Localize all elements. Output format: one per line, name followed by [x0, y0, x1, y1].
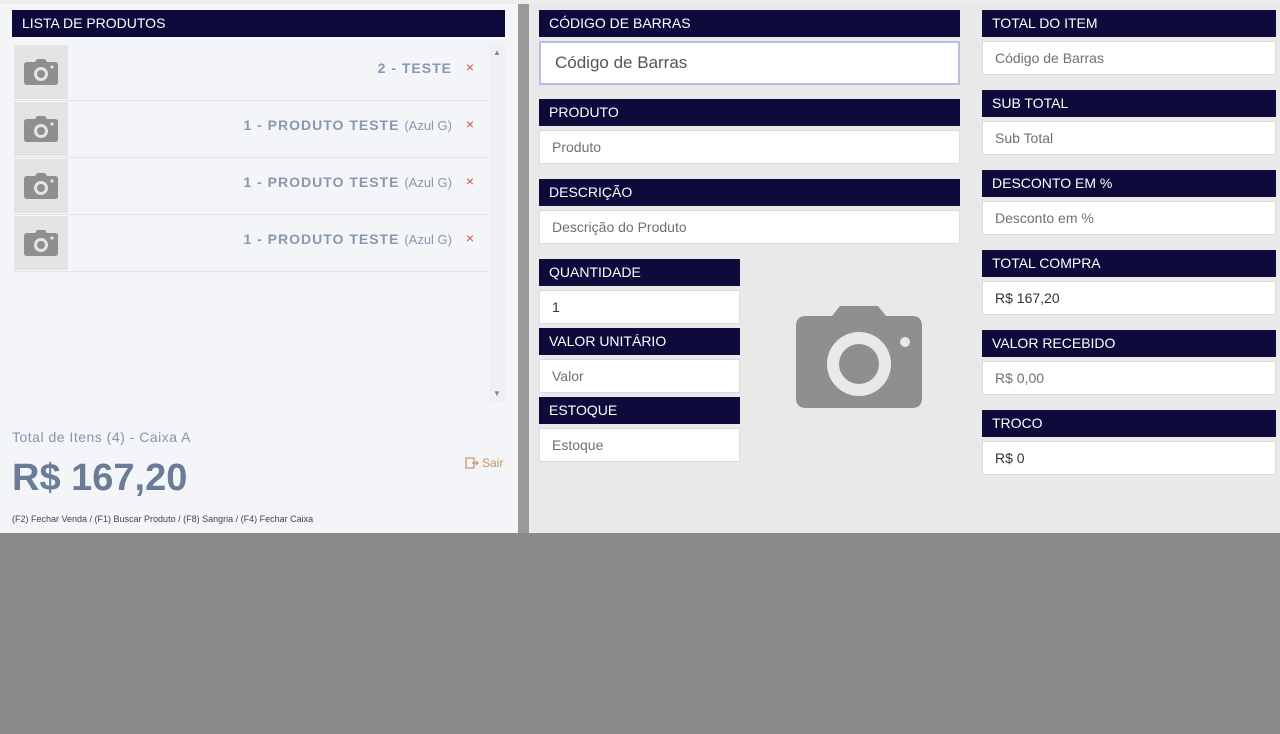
quantity-input[interactable]: 1: [539, 290, 740, 324]
product-label: PRODUTO: [539, 99, 960, 126]
product-list-panel: LISTA DE PRODUTOS 2 - TESTE × 1 - PRODUT…: [0, 4, 518, 533]
close-icon[interactable]: ×: [466, 173, 474, 189]
exit-button[interactable]: Sair: [465, 456, 503, 470]
exit-icon: [465, 457, 479, 469]
stock-input[interactable]: Estoque: [539, 428, 740, 462]
barcode-label: CÓDIGO DE BARRAS: [539, 10, 960, 37]
list-scrollbar[interactable]: ▲ ▼: [489, 44, 505, 402]
item-label: 2 - TESTE: [377, 60, 452, 76]
product-list-header: LISTA DE PRODUTOS: [12, 10, 505, 37]
item-label: 1 - PRODUTO TESTE (Azul G): [243, 117, 452, 133]
change-label: TROCO: [982, 410, 1276, 437]
description-input[interactable]: Descrição do Produto: [539, 210, 960, 244]
camera-icon: [14, 102, 68, 156]
unit-value-label: VALOR UNITÁRIO: [539, 328, 740, 355]
item-label: 1 - PRODUTO TESTE (Azul G): [243, 174, 452, 190]
item-total-input[interactable]: Código de Barras: [982, 41, 1276, 75]
subtotal-label: SUB TOTAL: [982, 90, 1276, 117]
received-value-label: VALOR RECEBIDO: [982, 330, 1276, 357]
item-total-label: TOTAL DO ITEM: [982, 10, 1276, 37]
barcode-input[interactable]: Código de Barras: [539, 41, 960, 85]
item-label: 1 - PRODUTO TESTE (Azul G): [243, 231, 452, 247]
product-input[interactable]: Produto: [539, 130, 960, 164]
panel-divider: [518, 4, 529, 533]
total-value: R$ 167,20: [12, 457, 188, 499]
description-label: DESCRIÇÃO: [539, 179, 960, 206]
subtotal-input[interactable]: Sub Total: [982, 121, 1276, 155]
close-icon[interactable]: ×: [466, 59, 474, 75]
stock-label: ESTOQUE: [539, 397, 740, 424]
total-items-label: Total de Itens (4) - Caixa A: [12, 429, 191, 445]
scroll-up-icon[interactable]: ▲: [489, 48, 505, 57]
camera-icon: [14, 45, 68, 99]
keyboard-shortcuts: (F2) Fechar Venda / (F1) Buscar Produto …: [12, 514, 314, 524]
quantity-label: QUANTIDADE: [539, 259, 740, 286]
exit-label: Sair: [482, 456, 504, 470]
scroll-down-icon[interactable]: ▼: [489, 389, 505, 398]
received-value-input[interactable]: R$ 0,00: [982, 361, 1276, 395]
discount-label: DESCONTO EM %: [982, 170, 1276, 197]
list-item[interactable]: 1 - PRODUTO TESTE (Azul G) ×: [14, 158, 488, 215]
change-input[interactable]: R$ 0: [982, 441, 1276, 475]
list-item[interactable]: 1 - PRODUTO TESTE (Azul G) ×: [14, 215, 488, 272]
unit-value-input[interactable]: Valor: [539, 359, 740, 393]
camera-icon: [14, 216, 68, 270]
camera-icon: [14, 159, 68, 213]
list-item[interactable]: 2 - TESTE ×: [14, 44, 488, 101]
discount-input[interactable]: Desconto em %: [982, 201, 1276, 235]
product-list: 2 - TESTE × 1 - PRODUTO TESTE (Azul G) ×…: [12, 44, 507, 402]
purchase-total-input[interactable]: R$ 167,20: [982, 281, 1276, 315]
close-icon[interactable]: ×: [466, 230, 474, 246]
list-item[interactable]: 1 - PRODUTO TESTE (Azul G) ×: [14, 101, 488, 158]
close-icon[interactable]: ×: [466, 116, 474, 132]
camera-icon: [796, 306, 922, 413]
purchase-total-label: TOTAL COMPRA: [982, 250, 1276, 277]
